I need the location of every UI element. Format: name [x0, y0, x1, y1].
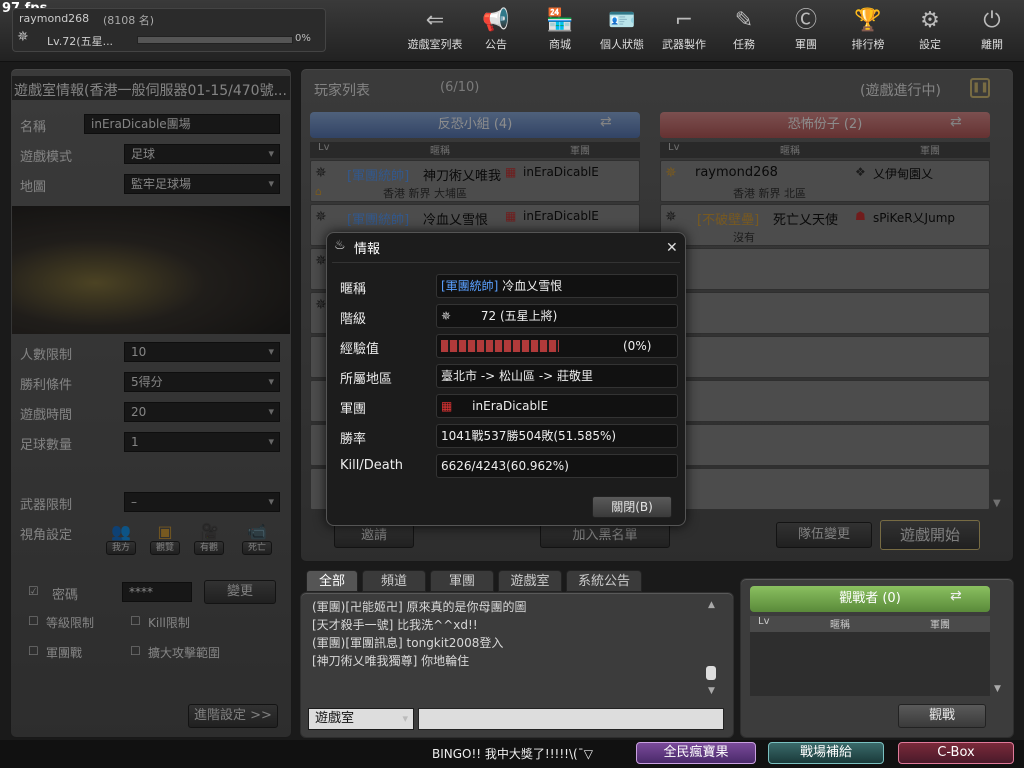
nav-exit[interactable]: ⏻ 離開	[964, 6, 1020, 56]
chat-scroll-up-icon[interactable]: ▲	[708, 600, 715, 610]
nick-label: 暱稱	[340, 282, 367, 297]
nav-clan[interactable]: Ⓒ 軍團	[778, 6, 834, 56]
chat-scroll-down-icon[interactable]: ▼	[708, 686, 715, 696]
user-exp-bar	[137, 36, 293, 44]
chat-scrollbar-thumb[interactable]	[706, 666, 716, 680]
chat-tab-system[interactable]: 系統公告	[566, 570, 642, 592]
user-box: raymond268 (8108 名) ✵ Lv.72(五星... 0%	[12, 8, 326, 52]
user-exp-percent: 0%	[295, 33, 311, 44]
chat-channel-select[interactable]: 遊戲室	[308, 708, 414, 730]
winrate-value: 1041戰537勝504敗(51.585%)	[436, 424, 678, 448]
spectator-swap-icon[interactable]: ⇄	[950, 588, 962, 604]
power-icon: ⏻	[983, 8, 1001, 33]
nav-profile[interactable]: 🪪 個人狀態	[594, 6, 650, 56]
spectator-column-header: Lv 暱稱 軍團	[750, 616, 990, 632]
spectate-button[interactable]: 觀戰	[898, 704, 986, 728]
gear-icon: ⚙	[920, 8, 940, 33]
dialog-title: 情報	[354, 242, 381, 257]
spectator-list	[750, 632, 990, 696]
username: raymond268	[19, 12, 90, 25]
nav-weapon-craft[interactable]: ⌐ 武器製作	[656, 6, 712, 56]
cbox-button[interactable]: C-Box	[898, 742, 1014, 764]
megaphone-icon: 📢	[482, 8, 510, 33]
clan-value: ▦ inEraDicablE	[436, 394, 678, 418]
rank-value: ✵ 72 (五星上將)	[436, 304, 678, 328]
exp-value: (0%)	[436, 334, 678, 358]
close-icon[interactable]: ✕	[666, 240, 678, 256]
nav-room-list[interactable]: ⇐ 遊戲室列表	[406, 6, 464, 56]
chat-tab-clan[interactable]: 軍團	[430, 570, 494, 592]
steam-icon: ♨	[334, 238, 346, 253]
bingo-button[interactable]: 全民瘋寶果	[636, 742, 756, 764]
chat-message: [天才殺手一號] 比我洗^^xd!!	[312, 618, 478, 632]
chat-tab-all[interactable]: 全部	[306, 570, 358, 592]
gun-icon: ⌐	[674, 8, 694, 33]
clan-emblem-icon: ▦	[441, 399, 453, 413]
nav-shop[interactable]: 🏪 商城	[532, 6, 588, 56]
winrate-label: 勝率	[340, 432, 367, 447]
nav-notice[interactable]: 📢 公告	[468, 6, 524, 56]
chat-message: [神刀術乂唯我獨尊] 你地輪住	[312, 654, 470, 668]
clan-label: 軍團	[340, 402, 367, 417]
exp-progress-bar	[441, 340, 559, 352]
region-value: 臺北市 -> 松山區 -> 莊敬里	[436, 364, 678, 388]
ticker-text: BINGO!! 我中大獎了!!!!!\(ˉ▽	[432, 747, 593, 761]
chat-message: (軍團)[軍團訊息] tongkit2008登入	[312, 636, 504, 650]
shop-icon: 🏪	[546, 8, 574, 33]
kd-label: Kill/Death	[340, 458, 404, 473]
id-card-icon: 🪪	[608, 8, 636, 33]
user-rank: Lv.72(五星...	[47, 35, 114, 48]
user-count: (8108 名)	[103, 14, 155, 27]
nav-ranking[interactable]: 🏆 排行榜	[840, 6, 896, 56]
back-arrow-icon: ⇐	[425, 8, 445, 33]
chat-message: (軍團)[卍能姬卍] 原來真的是你母團的圖	[312, 600, 527, 614]
chat-message-list: (軍團)[卍能姬卍] 原來真的是你母團的圖 [天才殺手一號] 比我洗^^xd!!…	[312, 598, 702, 670]
chat-tab-room[interactable]: 遊戲室	[498, 570, 562, 592]
trophy-icon: 🏆	[854, 8, 882, 33]
room-info-panel	[10, 68, 292, 738]
region-label: 所屬地區	[340, 372, 393, 387]
mission-icon: ✎	[734, 8, 754, 33]
nav-settings[interactable]: ⚙ 設定	[902, 6, 958, 56]
dialog-close-button[interactable]: 關閉(B)	[592, 496, 672, 518]
kd-value: 6626/4243(60.962%)	[436, 454, 678, 478]
clan-icon: Ⓒ	[794, 8, 817, 33]
rank-label: 階級	[340, 312, 367, 327]
nick-value: [軍團統帥] 冷血乂雪恨	[436, 274, 678, 298]
exp-label: 經驗值	[340, 342, 380, 357]
chat-tab-channel[interactable]: 頻道	[362, 570, 426, 592]
spectator-scroll-down-icon[interactable]: ▼	[994, 684, 1001, 694]
nav-mission[interactable]: ✎ 任務	[716, 6, 772, 56]
rank-insignia-icon: ✵	[17, 29, 29, 45]
chat-input[interactable]	[418, 708, 724, 730]
rank-insignia-icon: ✵	[441, 309, 452, 323]
supply-button[interactable]: 戰場補給	[768, 742, 884, 764]
